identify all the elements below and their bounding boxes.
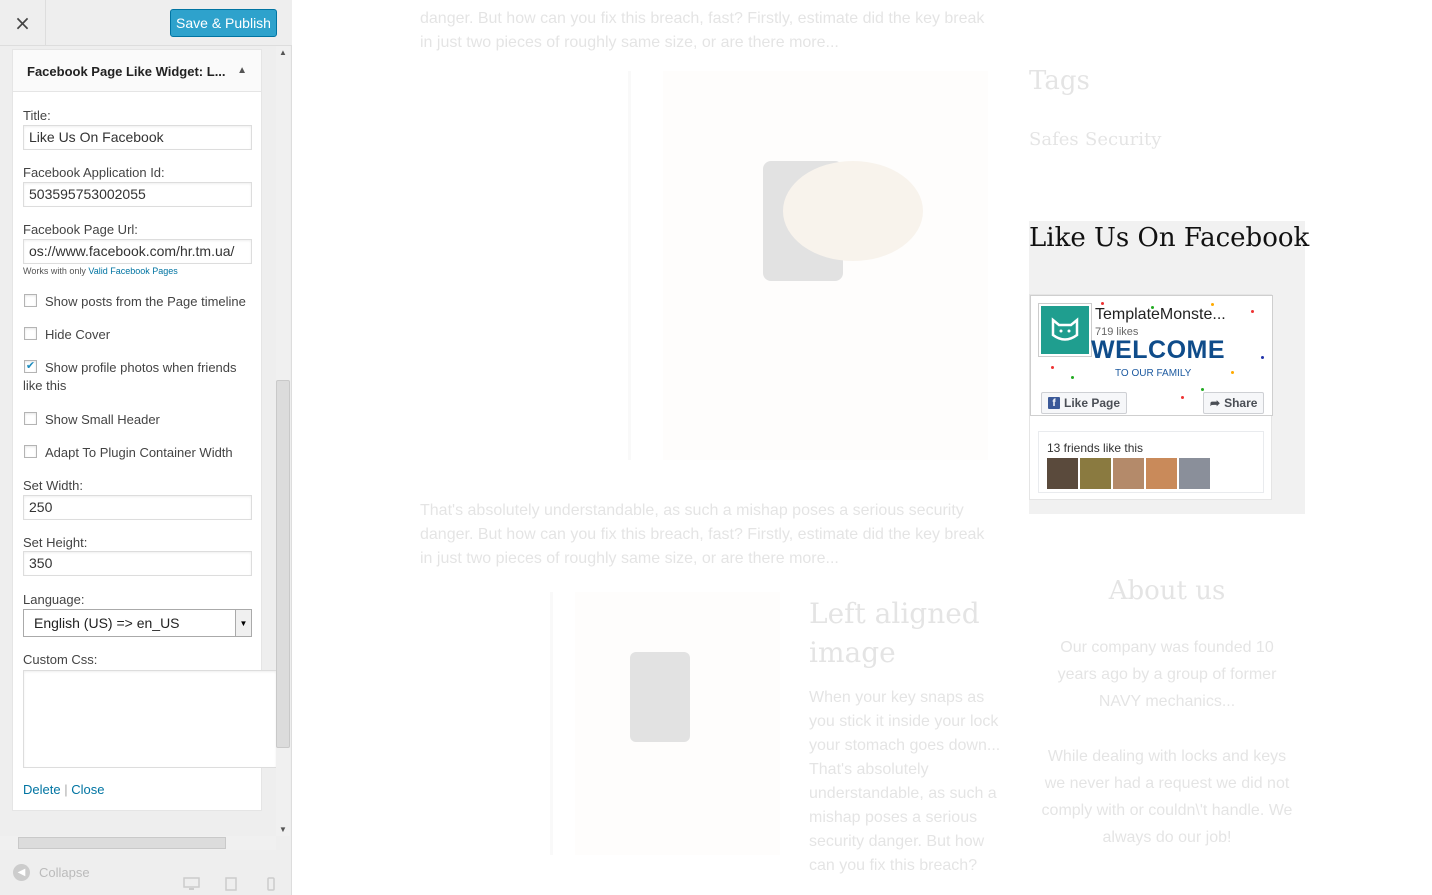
scroll-down-icon[interactable]: ▼: [279, 825, 287, 834]
left-aligned-title: Left aligned image: [809, 597, 980, 669]
facebook-widget-heading: Like Us On Facebook: [1029, 223, 1310, 253]
friend-avatar[interactable]: [1179, 458, 1210, 489]
widget-actions: Delete | Close: [23, 782, 104, 797]
page-url-note: Works with only Valid Facebook Pages: [23, 266, 178, 276]
tag-security[interactable]: Security: [1085, 129, 1161, 150]
templatemonster-logo-icon: [1039, 304, 1091, 356]
title-input[interactable]: Like Us On Facebook: [23, 125, 252, 150]
language-select[interactable]: English (US) => en_US ▼: [23, 609, 252, 637]
left-aligned-image: [420, 592, 780, 855]
friends-like-text: 13 friends like this: [1047, 441, 1144, 455]
collapse-label: Collapse: [39, 865, 90, 880]
mobile-icon[interactable]: [267, 877, 275, 891]
save-publish-button[interactable]: Save & Publish: [170, 9, 277, 37]
close-customizer-button[interactable]: ×: [0, 0, 46, 46]
custom-css-label: Custom Css:: [23, 652, 98, 667]
mid-paragraph: That's absolutely understandable, as suc…: [420, 502, 985, 567]
collapse-button[interactable]: ◀ Collapse: [13, 864, 90, 881]
customizer-panel: × Save & Publish Facebook Page Like Widg…: [0, 0, 292, 895]
like-page-button[interactable]: f Like Page: [1041, 392, 1128, 414]
show-faces-label: Show profile photos when friends like th…: [23, 360, 237, 393]
hide-cover-label: Hide Cover: [45, 327, 111, 342]
tablet-icon[interactable]: [225, 877, 237, 891]
widget-title: Facebook Page Like Widget: L...: [27, 64, 226, 79]
cover-subtext: TO OUR FAMILY: [1115, 368, 1192, 379]
horizontal-scrollbar[interactable]: [0, 836, 276, 850]
title-label: Title:: [23, 108, 51, 123]
site-preview: danger. But how can you fix this breach,…: [293, 0, 1432, 895]
desktop-icon[interactable]: [183, 877, 200, 891]
close-link[interactable]: Close: [71, 782, 104, 797]
facebook-cover[interactable]: TemplateMonste... 719 likes WELCOME TO O…: [1030, 295, 1273, 416]
adapt-width-label: Adapt To Plugin Container Width: [45, 445, 233, 460]
app-id-input[interactable]: 503595753002055: [23, 182, 252, 207]
like-page-label: Like Page: [1064, 396, 1121, 410]
friend-avatar[interactable]: [1113, 458, 1144, 489]
width-input[interactable]: 250: [23, 495, 252, 520]
collapse-arrow-icon: ◀: [13, 864, 30, 881]
about-text-1: Our company was founded 10 years ago by …: [1057, 639, 1277, 710]
share-button[interactable]: ➦ Share: [1203, 392, 1265, 414]
panel-header: × Save & Publish: [0, 0, 292, 46]
show-posts-label: Show posts from the Page timeline: [45, 294, 246, 309]
collapse-arrow-icon[interactable]: ▲: [237, 65, 247, 76]
friend-avatar[interactable]: [1080, 458, 1111, 489]
scrollbar-thumb[interactable]: [276, 380, 290, 748]
custom-css-textarea[interactable]: [23, 670, 277, 768]
friends-box: 13 friends like this: [1038, 431, 1264, 493]
horizontal-scrollbar-thumb[interactable]: [18, 837, 226, 849]
share-icon: ➦: [1210, 396, 1221, 410]
about-title: About us: [1108, 576, 1226, 606]
facebook-page-name[interactable]: TemplateMonste...: [1095, 306, 1226, 324]
actions-separator: |: [64, 782, 68, 797]
facebook-page-plugin: TemplateMonste... 719 likes WELCOME TO O…: [1029, 294, 1273, 500]
note-text: Works with only: [23, 266, 86, 276]
app-id-label: Facebook Application Id:: [23, 165, 165, 180]
friend-avatar[interactable]: [1047, 458, 1078, 489]
close-icon: ×: [14, 11, 31, 35]
height-label: Set Height:: [23, 535, 88, 550]
vertical-scrollbar[interactable]: ▲ ▼: [276, 46, 290, 836]
language-value: English (US) => en_US: [34, 615, 180, 631]
small-header-label: Show Small Header: [45, 412, 160, 427]
delete-link[interactable]: Delete: [23, 782, 61, 797]
locksmith-image: [433, 71, 988, 460]
friend-avatar[interactable]: [1146, 458, 1177, 489]
facebook-icon: f: [1048, 397, 1060, 409]
left-aligned-text: When your key snaps as you stick it insi…: [809, 689, 1001, 874]
scroll-up-icon[interactable]: ▲: [279, 48, 287, 57]
widget-title-bar[interactable]: Facebook Page Like Widget: L... ▲: [13, 50, 261, 92]
height-input[interactable]: 350: [23, 551, 252, 576]
width-label: Set Width:: [23, 478, 83, 493]
share-label: Share: [1224, 396, 1258, 410]
valid-pages-link[interactable]: Valid Facebook Pages: [88, 266, 177, 276]
tag-safes[interactable]: Safes: [1029, 129, 1079, 150]
tags-title: Tags: [1029, 66, 1090, 96]
cover-welcome-text: WELCOME: [1091, 336, 1226, 364]
facebook-widget-form: Facebook Page Like Widget: L... ▲ Title:…: [12, 49, 277, 811]
about-text-2: While dealing with locks and keys we nev…: [1041, 748, 1293, 846]
language-label: Language:: [23, 592, 85, 607]
page-url-label: Facebook Page Url:: [23, 222, 138, 237]
top-paragraph: danger. But how can you fix this breach,…: [420, 10, 985, 51]
dropdown-arrow-icon[interactable]: ▼: [235, 610, 251, 636]
page-url-input[interactable]: os://www.facebook.com/hr.tm.ua/: [23, 239, 252, 264]
facebook-widget-preview: Like Us On Facebook TemplateMonste... 71…: [1029, 221, 1309, 514]
